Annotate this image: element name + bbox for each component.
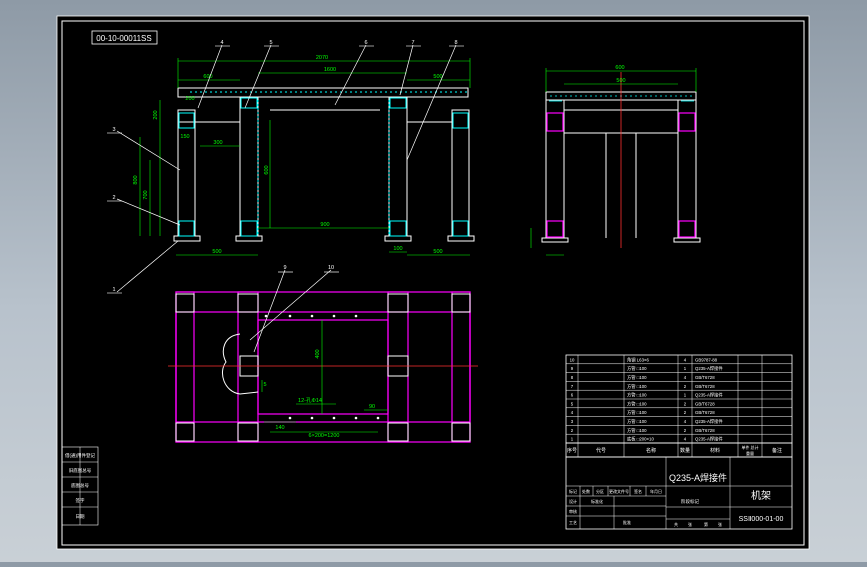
sign-approve: 批准 xyxy=(623,519,631,525)
title-part-name: 机架 xyxy=(751,489,771,502)
dim-inner-3: 600 xyxy=(264,165,270,174)
rev-zone: 分区 xyxy=(596,488,604,494)
dim-plan-90: 90 xyxy=(369,404,375,410)
parts-row-std: GB/T6728 xyxy=(695,375,715,380)
parts-row-std: GB/T6728 xyxy=(695,428,715,433)
balloon-7: 7 xyxy=(411,40,414,46)
sign-standard: 标准化 xyxy=(591,498,603,504)
dim-inner-1: 300 xyxy=(213,140,222,146)
dim-vert-2: 700 xyxy=(143,190,149,199)
dim-upper-mid: 1600 xyxy=(324,67,336,73)
dim-vert-1: 800 xyxy=(133,175,139,184)
dim-plan-5: 5 xyxy=(263,382,266,388)
rev-count: 处数 xyxy=(582,488,590,494)
title-drawing-number: SSⅡ000-01-00 xyxy=(739,516,784,523)
dim-lower-left: 500 xyxy=(212,249,221,255)
parts-row-std: Q235-A焊接件 xyxy=(695,418,723,425)
hdr-remark: 备注 xyxy=(772,447,782,454)
hdr-code: 代号 xyxy=(596,447,606,454)
parts-row-spec: 底板 □200×10 xyxy=(627,436,654,443)
parts-row-spec: 方管 □100 xyxy=(627,365,647,372)
dim-side-width: 600 xyxy=(615,65,624,71)
parts-row-spec: 方管 □100 xyxy=(627,374,647,381)
balloon-1: 1 xyxy=(112,287,115,293)
balloon-6: 6 xyxy=(364,40,367,46)
parts-row-spec: 方管 □100 xyxy=(627,427,647,434)
rev-date: 年月日 xyxy=(650,488,662,494)
balloon-4: 4 xyxy=(220,40,223,46)
parts-row-std: Q235-A焊接件 xyxy=(695,392,723,399)
sheet-num-label: 第 xyxy=(704,521,708,527)
dim-upper-left: 600 xyxy=(203,74,212,80)
dim-lower-gap: 100 xyxy=(393,246,402,252)
rev-mark: 标记 xyxy=(569,488,577,494)
hdr-name: 名称 xyxy=(646,447,656,454)
sheet-total-label: 共 xyxy=(674,521,678,527)
parts-row-std: Q235-A焊接件 xyxy=(695,436,723,443)
rev-file: 更改文件号 xyxy=(609,488,629,494)
dim-side-inner: 500 xyxy=(616,78,625,84)
parts-row-spec: 方管 □100 xyxy=(627,400,647,407)
parts-row-spec: 方管 □100 xyxy=(627,383,647,390)
dim-plan-pitch: 6×200=1200 xyxy=(309,433,340,439)
parts-row-std: GB/T6728 xyxy=(695,410,715,415)
balloon-10: 10 xyxy=(328,265,334,271)
parts-row-spec: 方管 □100 xyxy=(627,418,647,425)
sign-design: 设计 xyxy=(569,498,577,504)
parts-row-no: 10 xyxy=(570,357,575,362)
hdr-qty: 数量 xyxy=(680,447,690,454)
hdr-unit-total: 单件 总计 xyxy=(741,444,758,450)
balloon-8: 8 xyxy=(454,40,457,46)
cad-drawing: 00-10-00011SS 2070 1600 600 500 500 900 … xyxy=(56,15,810,550)
parts-row-std: Q235-A焊接件 xyxy=(695,365,723,372)
dim-vert-3: 200 xyxy=(153,110,159,119)
balloon-9: 9 xyxy=(283,265,286,271)
dim-overall: 2070 xyxy=(316,55,328,61)
title-material: Q235-A焊接件 xyxy=(669,472,727,483)
parts-row-std: GB/T6728 xyxy=(695,401,715,406)
sheet-total-unit: 张 xyxy=(688,521,692,527)
dim-inner-2: 150 xyxy=(180,134,189,140)
hdr-material: 材料 xyxy=(710,447,720,454)
parts-row-spec: 角钢 L63×6 xyxy=(627,356,649,363)
dim-plan-height: 400 xyxy=(315,349,321,358)
stamp-row-1: 借(通)用件登记 xyxy=(65,452,95,459)
parts-row-spec: 方管 □100 xyxy=(627,392,647,399)
dim-lower-mid: 900 xyxy=(320,222,329,228)
sign-review: 审核 xyxy=(569,508,577,514)
balloon-2: 2 xyxy=(112,195,115,201)
drawing-code-text: 00-10-00011SS xyxy=(96,34,151,43)
balloon-5: 5 xyxy=(269,40,272,46)
balloon-3: 3 xyxy=(112,127,115,133)
parts-row-std: GB/T6728 xyxy=(695,384,715,389)
sign-process: 工艺 xyxy=(569,520,577,525)
sheet-num-unit: 张 xyxy=(718,521,722,527)
dim-lower-right: 500 xyxy=(433,249,442,255)
stamp-row-2: 旧底图总号 xyxy=(69,467,92,474)
dim-inner-4: 200 xyxy=(185,96,194,102)
parts-row-spec: 方管 □100 xyxy=(627,409,647,416)
rev-sign: 签名 xyxy=(634,488,642,494)
dim-plan-140: 140 xyxy=(275,425,284,431)
hdr-seq: 序号 xyxy=(567,447,577,454)
dim-plan-holes: 12-孔Φ14 xyxy=(298,396,322,404)
hdr-weight: 重量 xyxy=(746,450,754,456)
parts-row-std: GB9787-88 xyxy=(695,357,718,362)
title-stage: 阶段标记 xyxy=(681,498,699,505)
stamp-row-3: 底图总号 xyxy=(71,482,89,489)
stamp-row-4: 签字 xyxy=(76,497,85,503)
cad-viewport[interactable]: 00-10-00011SS 2070 1600 600 500 500 900 … xyxy=(0,0,867,562)
